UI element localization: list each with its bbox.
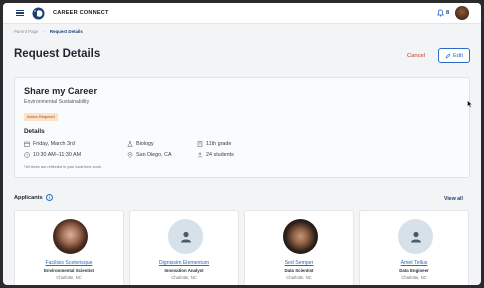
edit-button[interactable]: Edit (438, 48, 470, 63)
students-detail: 24 students (197, 152, 234, 158)
applicant-card[interactable]: Amet Tellus Data Engineer Charlotte, NC (359, 210, 469, 285)
subject-text: Biology (136, 141, 154, 147)
view-all-link[interactable]: View all (444, 196, 463, 202)
app-window: CAREER CONNECT 8 Parent Page › Request Det… (3, 3, 481, 285)
applicant-role: Data Engineer (399, 268, 429, 273)
request-title: Share my Career (24, 86, 98, 96)
building-icon (197, 141, 203, 147)
chevron-right-icon: › (43, 29, 45, 34)
applicant-name-link[interactable]: Amet Tellus (360, 260, 468, 266)
info-icon[interactable]: i (46, 194, 53, 201)
grade-text: 11th grade (206, 141, 232, 147)
date-detail: Friday, March 3rd (24, 141, 75, 147)
cancel-button[interactable]: Cancel (407, 53, 425, 59)
applicant-name-link[interactable]: Sed Semper (245, 260, 353, 266)
person-placeholder-icon (398, 219, 433, 254)
breadcrumb-current: Request Details (49, 29, 83, 34)
applicant-card[interactable]: Sed Semper Data Scientist Charlotte, NC (244, 210, 354, 285)
subject-detail: Biology (127, 141, 154, 147)
applicant-photo (283, 219, 318, 254)
applicant-photo (53, 219, 88, 254)
timezone-note: *All times are reflected in your local t… (24, 165, 102, 169)
calendar-icon (24, 141, 30, 147)
applicant-role: Innovation Analyst (164, 268, 204, 273)
page-title: Request Details (14, 48, 101, 60)
applicant-name-link[interactable]: Dignissim Elementum (130, 260, 238, 266)
applicant-location: Charlotte, NC (171, 275, 197, 280)
grade-detail: 11th grade (197, 141, 231, 147)
request-subtitle: Environmental Sustainability (24, 99, 90, 105)
top-navigation-bar: CAREER CONNECT 8 (3, 3, 481, 24)
location-detail: San Diego, CA (127, 152, 172, 158)
applicant-location: Charlotte, NC (56, 275, 82, 280)
status-badge: Action Required (24, 113, 58, 121)
applicants-heading: Applicants (14, 195, 43, 201)
user-avatar[interactable] (455, 6, 469, 20)
applicant-location: Charlotte, NC (401, 275, 427, 280)
applicant-card[interactable]: Facilisis Scelerisque Environmental Scie… (14, 210, 124, 285)
request-card: Share my Career Environmental Sustainabi… (14, 77, 470, 178)
details-heading: Details (24, 128, 45, 135)
group-icon (197, 152, 203, 158)
breadcrumb: Parent Page › Request Details (14, 29, 83, 34)
pencil-icon (445, 53, 451, 58)
person-placeholder-icon (168, 219, 203, 254)
breadcrumb-parent[interactable]: Parent Page (14, 29, 38, 34)
bell-icon[interactable] (437, 9, 444, 17)
applicant-location: Charlotte, NC (286, 275, 312, 280)
menu-icon[interactable] (16, 10, 24, 16)
applicant-name-link[interactable]: Facilisis Scelerisque (15, 260, 123, 266)
students-text: 24 students (206, 152, 234, 158)
applicant-role: Environmental Scientist (43, 268, 95, 273)
time-text: 10:30 AM–11:30 AM (33, 152, 82, 158)
location-pin-icon (127, 152, 133, 158)
time-detail: 10:30 AM–11:30 AM (24, 152, 81, 158)
edit-label: Edit (453, 52, 463, 59)
discovery-logo-icon[interactable] (31, 7, 46, 20)
flask-icon (127, 141, 133, 147)
brand-name: CAREER CONNECT (53, 10, 109, 16)
applicant-card[interactable]: Dignissim Elementum Innovation Analyst C… (129, 210, 239, 285)
notification-count: 8 (446, 10, 450, 16)
clock-icon (24, 152, 30, 158)
date-text: Friday, March 3rd (33, 141, 75, 147)
mouse-cursor-icon (467, 100, 473, 108)
location-text: San Diego, CA (136, 152, 172, 158)
applicant-role: Data Scientist (284, 268, 314, 273)
